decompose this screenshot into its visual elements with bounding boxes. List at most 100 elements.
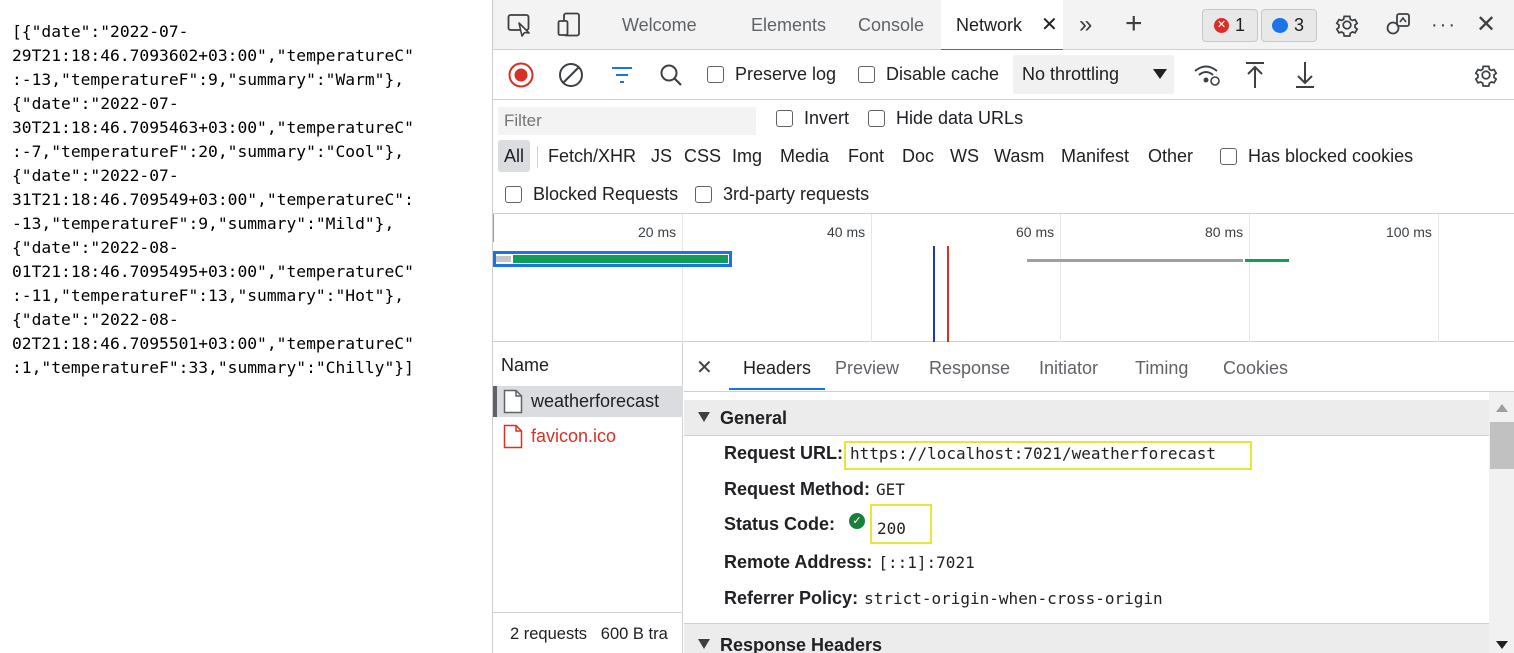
network-conditions-icon[interactable] [1193,63,1221,87]
network-filter-bar: Invert Hide data URLs All Fetch/XHR JS C… [493,100,1514,214]
preserve-log-checkbox[interactable] [707,66,724,83]
third-party-requests-label: 3rd-party requests [723,184,870,204]
close-details-icon[interactable]: ✕ [696,342,713,390]
table-row[interactable]: weatherforecast [493,386,683,417]
highlight-box [844,441,1252,470]
json-line: 30T21:18:46.7095463+03:00","temperatureC… [12,118,414,137]
filter-input[interactable] [498,107,756,135]
devtools-panel: Welcome Elements Console Network ✕ » + ✕… [492,0,1514,653]
import-har-icon[interactable] [1244,61,1266,89]
clear-icon[interactable] [558,62,584,88]
close-tab-icon[interactable]: ✕ [1041,0,1058,50]
tab-initiator[interactable]: Initiator [1039,342,1098,390]
has-blocked-cookies-checkbox[interactable] [1220,148,1237,165]
more-tabs-icon[interactable]: » [1079,0,1092,50]
tab-response[interactable]: Response [929,342,1010,390]
general-section-title: General [720,408,788,428]
json-line: 29T21:18:46.7093602+03:00","temperatureC… [12,46,414,65]
json-line: :-13,"temperatureF":9,"summary":"Warm"}, [12,70,405,89]
tab-welcome[interactable]: Welcome [622,0,697,50]
inspect-element-icon[interactable] [507,13,533,37]
json-line: :1,"temperatureF":33,"summary":"Chilly"}… [12,358,414,377]
json-line: :-7,"temperatureF":20,"summary":"Cool"}, [12,142,405,161]
details-scrollbar[interactable] [1489,392,1514,653]
add-tab-icon[interactable]: + [1125,0,1143,50]
header-key: Referrer Policy: [724,588,859,608]
name-column-header[interactable]: Name [501,355,549,376]
json-line: {"date":"2022-07- [12,94,179,113]
tab-timing[interactable]: Timing [1135,342,1188,390]
hide-data-urls-label: Hide data URLs [896,108,1024,128]
header-row-referrer-policy: Referrer Policy: strict-origin-when-cross… [724,588,1163,609]
network-settings-icon[interactable] [1473,62,1499,88]
scroll-down-arrow-icon[interactable] [1496,641,1508,649]
filter-type-js[interactable]: JS [651,146,672,167]
triangle-down-icon [698,412,710,422]
tab-elements[interactable]: Elements [751,0,826,50]
header-value: [::1]:7021 [878,553,975,572]
throttling-select[interactable]: No throttling [1013,55,1174,94]
filter-divider [537,146,538,168]
has-blocked-cookies-label: Has blocked cookies [1248,146,1414,166]
settings-gear-icon[interactable] [1334,12,1360,38]
timeline-tick-label: 60 ms [1016,224,1055,240]
timeline-gridline [871,214,872,342]
filter-type-css[interactable]: CSS [684,146,721,167]
timeline-gridline [1438,214,1439,342]
filter-type-img[interactable]: Img [732,146,762,167]
filter-type-media[interactable]: Media [780,146,829,167]
request-list: Name weatherforecast favicon.ico 2 reque… [493,342,683,653]
response-headers-section-header[interactable]: Response Headers [684,623,1489,653]
messages-badge[interactable]: 3 [1261,9,1317,42]
device-emulation-icon[interactable] [557,12,585,38]
filter-type-ws[interactable]: WS [950,146,979,167]
filter-type-other[interactable]: Other [1148,146,1193,167]
request-details: ✕ Headers Preview Response Initiator Tim… [684,342,1514,653]
filter-type-font[interactable]: Font [848,146,884,167]
table-row[interactable]: favicon.ico [493,421,683,452]
timeline-overview[interactable]: 20 ms 40 ms 60 ms 80 ms 100 ms [493,214,1514,342]
connected-devices-icon[interactable] [1384,12,1412,38]
messages-count: 3 [1294,15,1305,35]
export-har-icon[interactable] [1294,61,1316,89]
filter-type-manifest[interactable]: Manifest [1061,146,1129,167]
preserve-log-label: Preserve log [735,64,837,84]
disable-cache-label: Disable cache [886,64,1000,84]
blocked-requests-label: Blocked Requests [533,184,679,204]
json-response-body: [{"date":"2022-07- 29T21:18:46.7093602+0… [0,0,492,653]
close-devtools-icon[interactable]: ✕ [1476,0,1496,50]
tab-headers[interactable]: Headers [729,342,826,390]
hide-data-urls-checkbox[interactable] [868,110,885,127]
general-section-header[interactable]: General [684,400,1489,436]
filter-icon[interactable] [610,65,634,85]
tab-console[interactable]: Console [858,0,924,50]
document-icon [503,389,523,414]
disable-cache-checkbox[interactable] [858,66,875,83]
errors-count: 1 [1235,15,1246,35]
invert-checkbox[interactable] [776,110,793,127]
json-line: {"date":"2022-08- [12,238,179,257]
filter-type-all[interactable]: All [504,146,524,167]
tab-network[interactable]: Network ✕ [941,0,1063,51]
network-toolbar: Preserve log Disable cache No throttling [493,50,1514,100]
filter-type-fetch-xhr[interactable]: Fetch/XHR [548,146,636,167]
scrollbar-thumb[interactable] [1490,422,1514,469]
request-bar-waiting [496,256,511,262]
header-key: Request URL: [724,443,844,463]
errors-badge[interactable]: ✕ 1 [1202,9,1258,42]
filter-type-wasm[interactable]: Wasm [994,146,1044,167]
header-row-request-method: Request Method: GET [724,479,905,500]
invert-label: Invert [804,108,850,128]
more-options-icon[interactable]: ··· [1431,0,1457,50]
blocked-requests-checkbox[interactable] [505,186,522,203]
scroll-up-arrow-icon[interactable] [1496,404,1508,412]
document-error-icon [503,424,523,449]
search-icon[interactable] [659,63,683,87]
third-party-requests-checkbox[interactable] [695,186,712,203]
tab-cookies[interactable]: Cookies [1223,342,1288,390]
header-row-remote-address: Remote Address: [::1]:7021 [724,552,975,573]
json-line: {"date":"2022-08- [12,310,179,329]
tab-preview[interactable]: Preview [835,342,899,390]
record-icon[interactable] [508,62,534,88]
filter-type-doc[interactable]: Doc [902,146,934,167]
